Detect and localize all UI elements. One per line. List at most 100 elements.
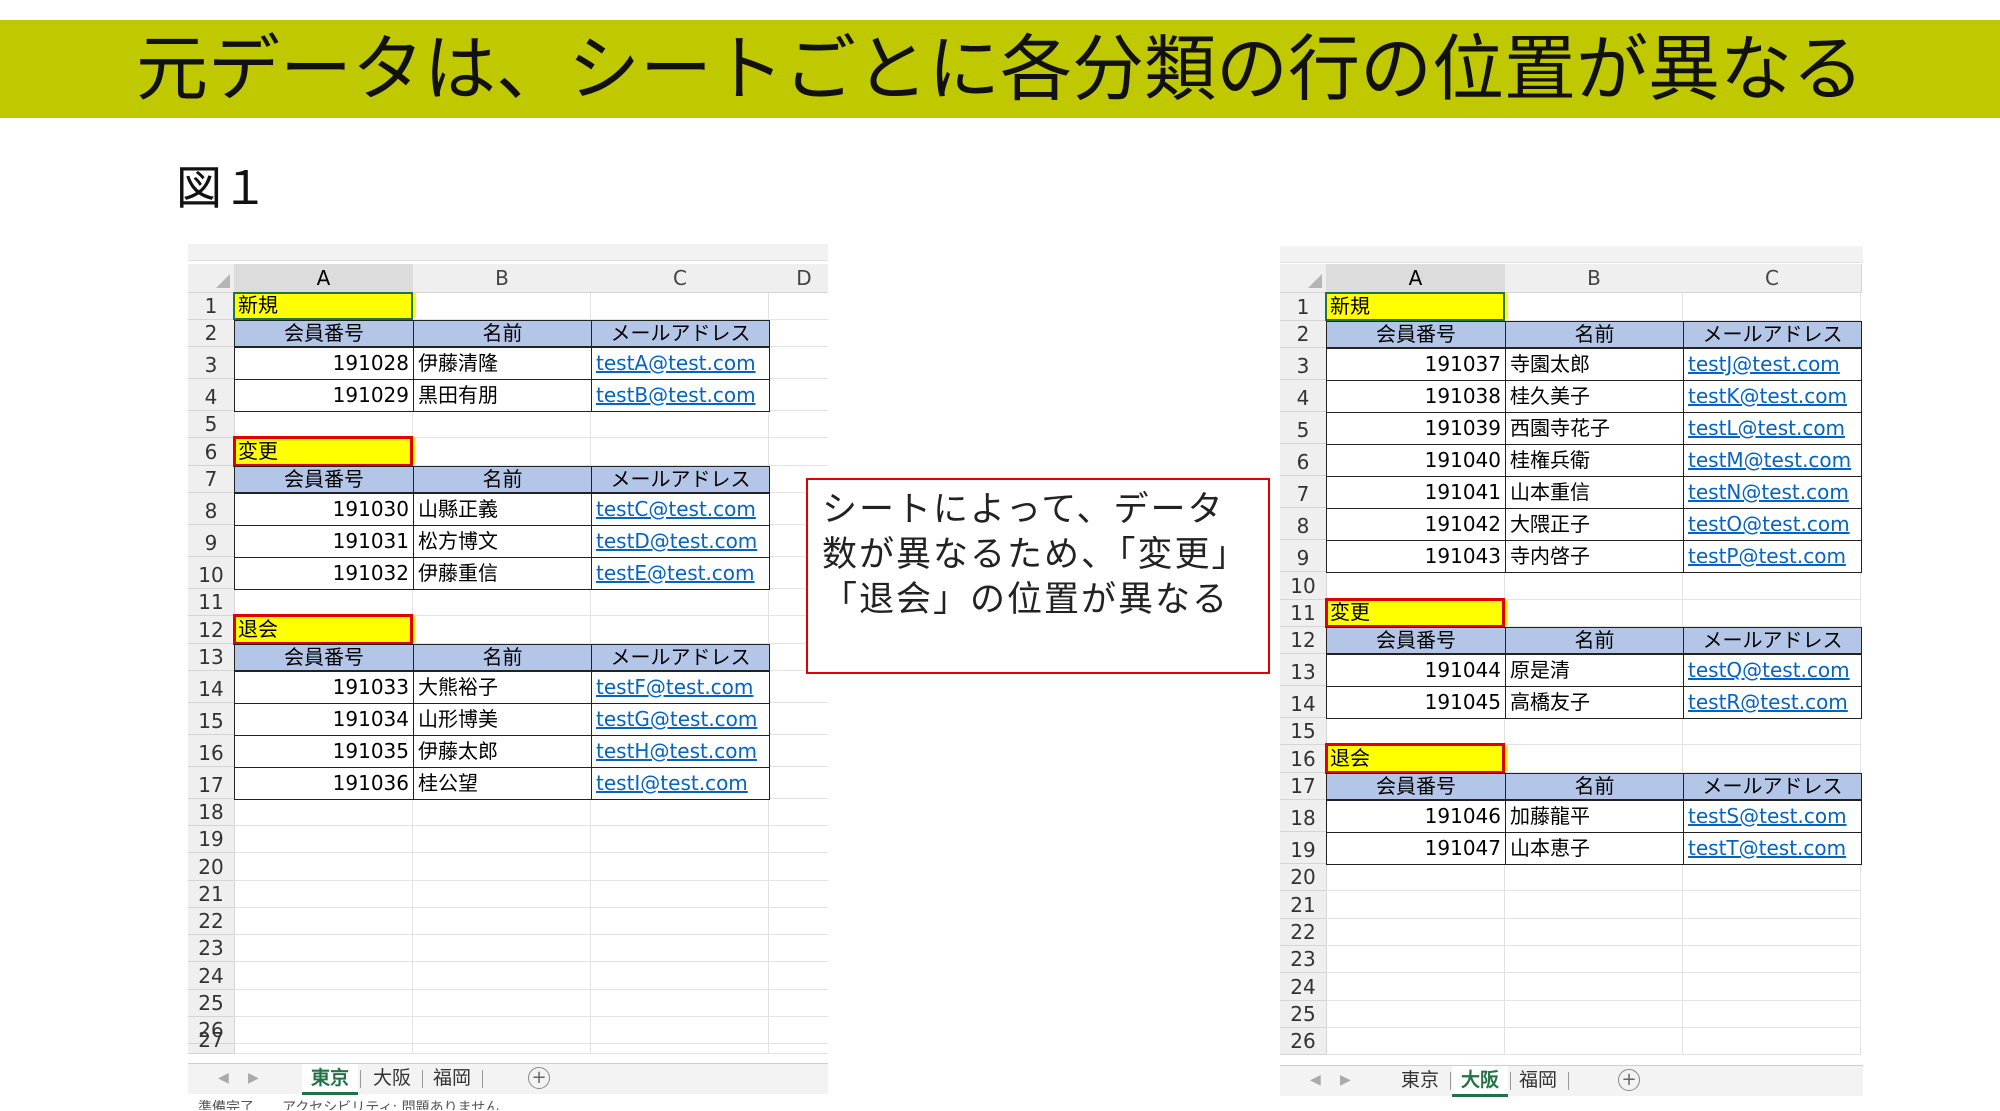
row-header[interactable]: 1 xyxy=(188,293,235,320)
row-number: 6 xyxy=(204,440,218,464)
row-header[interactable]: 14 xyxy=(1280,686,1327,718)
row-header[interactable]: 5 xyxy=(1280,412,1327,444)
row-header[interactable]: 19 xyxy=(188,826,235,853)
column-header-a[interactable]: A xyxy=(1326,264,1506,294)
row-header[interactable]: 18 xyxy=(188,799,235,826)
highlight-box xyxy=(1325,598,1505,628)
sheet-tab[interactable]: 福岡 xyxy=(424,1064,480,1092)
row-header[interactable]: 20 xyxy=(188,853,235,881)
row-header[interactable]: 22 xyxy=(1280,919,1327,946)
row-header[interactable]: 18 xyxy=(1280,800,1327,832)
email-link[interactable]: testQ@test.com xyxy=(1683,654,1862,687)
sheet-tab[interactable]: 東京 xyxy=(302,1064,358,1095)
email-link[interactable]: testJ@test.com xyxy=(1683,348,1862,381)
row-header[interactable]: 4 xyxy=(1280,380,1327,412)
email-link[interactable]: testK@test.com xyxy=(1683,380,1862,413)
row-header[interactable]: 7 xyxy=(1280,476,1327,508)
row-header[interactable]: 15 xyxy=(188,703,235,735)
scroll-left-icon[interactable]: ◀ xyxy=(1310,1066,1321,1094)
row-header[interactable]: 27 xyxy=(188,1028,235,1054)
email-link[interactable]: testA@test.com xyxy=(591,347,770,380)
email-link[interactable]: testS@test.com xyxy=(1683,800,1862,833)
row-header[interactable]: 10 xyxy=(188,557,235,589)
row-header[interactable]: 5 xyxy=(188,411,235,438)
row-header[interactable]: 11 xyxy=(188,589,235,616)
row-header[interactable]: 15 xyxy=(1280,718,1327,745)
row-header[interactable]: 12 xyxy=(188,616,235,644)
row-header[interactable]: 13 xyxy=(1280,654,1327,686)
row-number: 18 xyxy=(1290,806,1316,830)
email-link[interactable]: testO@test.com xyxy=(1683,508,1862,541)
email-link[interactable]: testB@test.com xyxy=(591,379,770,412)
column-header-c[interactable]: C xyxy=(591,264,770,293)
gridline xyxy=(234,852,828,853)
email-link[interactable]: testR@test.com xyxy=(1683,686,1862,719)
row-header[interactable]: 19 xyxy=(1280,832,1327,864)
sheet-tab[interactable]: 大阪 xyxy=(1452,1066,1508,1097)
add-sheet-icon[interactable]: + xyxy=(528,1067,550,1089)
add-sheet-icon[interactable]: + xyxy=(1618,1069,1640,1091)
email-link[interactable]: testF@test.com xyxy=(591,671,770,704)
row-header[interactable]: 21 xyxy=(1280,891,1327,919)
column-header-b[interactable]: B xyxy=(1505,264,1684,293)
row-header[interactable]: 23 xyxy=(1280,946,1327,973)
row-header[interactable]: 25 xyxy=(1280,1001,1327,1028)
row-header[interactable]: 14 xyxy=(188,671,235,703)
row-header[interactable]: 24 xyxy=(1280,973,1327,1001)
row-header[interactable]: 24 xyxy=(188,962,235,990)
email-link[interactable]: testL@test.com xyxy=(1683,412,1862,445)
row-header[interactable]: 21 xyxy=(188,881,235,908)
row-header[interactable]: 2 xyxy=(188,320,235,347)
row-header[interactable]: 3 xyxy=(188,347,235,379)
email-link[interactable]: testH@test.com xyxy=(591,735,770,768)
row-header[interactable]: 23 xyxy=(188,935,235,962)
row-header[interactable]: 17 xyxy=(188,767,235,799)
email-link[interactable]: testP@test.com xyxy=(1683,540,1862,573)
column-header-a[interactable]: A xyxy=(234,264,414,294)
row-header[interactable]: 2 xyxy=(1280,321,1327,348)
email-link[interactable]: testE@test.com xyxy=(591,557,770,590)
row-header[interactable]: 16 xyxy=(1280,745,1327,773)
email-link[interactable]: testG@test.com xyxy=(591,703,770,736)
row-header[interactable]: 9 xyxy=(188,525,235,557)
row-header[interactable]: 13 xyxy=(188,644,235,671)
gridline xyxy=(234,934,828,935)
row-header[interactable]: 10 xyxy=(1280,572,1327,600)
row-header[interactable]: 26 xyxy=(1280,1028,1327,1055)
active-cell-border xyxy=(233,292,413,320)
sheet-tab[interactable]: 東京 xyxy=(1392,1066,1448,1094)
row-header[interactable]: 20 xyxy=(1280,864,1327,891)
row-header[interactable]: 25 xyxy=(188,990,235,1017)
row-header[interactable]: 6 xyxy=(188,438,235,466)
row-header[interactable]: 17 xyxy=(1280,773,1327,800)
email-link[interactable]: testI@test.com xyxy=(591,767,770,800)
row-header[interactable]: 8 xyxy=(188,493,235,525)
sheet-tab[interactable]: 福岡 xyxy=(1510,1066,1566,1094)
sheet-tab[interactable]: 大阪 xyxy=(364,1064,420,1092)
row-header[interactable]: 16 xyxy=(188,735,235,767)
email-link[interactable]: testC@test.com xyxy=(591,493,770,526)
email-link[interactable]: testD@test.com xyxy=(591,525,770,558)
email-link[interactable]: testN@test.com xyxy=(1683,476,1862,509)
row-header[interactable]: 9 xyxy=(1280,540,1327,572)
row-header[interactable]: 12 xyxy=(1280,627,1327,654)
scroll-right-icon[interactable]: ▶ xyxy=(248,1064,259,1092)
column-header-b[interactable]: B xyxy=(413,264,592,293)
name-cell: 山本重信 xyxy=(1505,476,1684,509)
column-header-c[interactable]: C xyxy=(1683,264,1862,293)
scroll-right-icon[interactable]: ▶ xyxy=(1340,1066,1351,1094)
row-number: 23 xyxy=(1290,947,1316,971)
row-header[interactable]: 7 xyxy=(188,466,235,493)
row-header[interactable]: 8 xyxy=(1280,508,1327,540)
row-header[interactable]: 6 xyxy=(1280,444,1327,476)
row-header[interactable]: 22 xyxy=(188,908,235,935)
email-link[interactable]: testT@test.com xyxy=(1683,832,1862,865)
name-cell: 大熊裕子 xyxy=(413,671,592,704)
row-header[interactable]: 1 xyxy=(1280,293,1327,321)
scroll-left-icon[interactable]: ◀ xyxy=(218,1064,229,1092)
row-header[interactable]: 11 xyxy=(1280,600,1327,627)
column-header-d[interactable]: D xyxy=(769,264,828,293)
row-header[interactable]: 3 xyxy=(1280,348,1327,380)
email-link[interactable]: testM@test.com xyxy=(1683,444,1862,477)
row-header[interactable]: 4 xyxy=(188,379,235,411)
